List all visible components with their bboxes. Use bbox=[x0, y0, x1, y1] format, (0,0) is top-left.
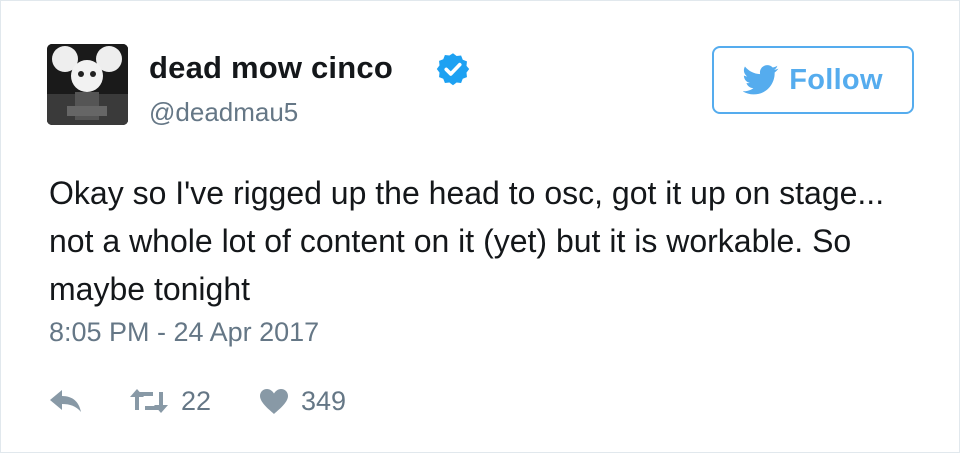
user-handle[interactable]: @deadmau5 bbox=[149, 97, 298, 128]
like-count: 349 bbox=[301, 385, 347, 416]
tweet-timestamp[interactable]: 8:05 PM - 24 Apr 2017 bbox=[49, 317, 319, 348]
follow-button[interactable]: Follow bbox=[712, 46, 914, 114]
avatar[interactable] bbox=[47, 44, 128, 125]
verified-badge-icon bbox=[436, 53, 470, 86]
follow-label: Follow bbox=[789, 63, 883, 96]
tweet-card: dead mow cinco @deadmau5 Follow Okay so … bbox=[0, 0, 960, 453]
heart-icon bbox=[260, 388, 288, 414]
twitter-bird-icon bbox=[743, 65, 779, 95]
retweet-button[interactable]: 22 bbox=[129, 381, 211, 421]
avatar-image bbox=[47, 44, 128, 125]
retweet-count: 22 bbox=[181, 385, 212, 416]
tweet-text: Okay so I've rigged up the head to osc, … bbox=[49, 175, 885, 307]
reply-button[interactable] bbox=[49, 381, 83, 421]
like-button[interactable]: 349 bbox=[259, 381, 346, 421]
display-name[interactable]: dead mow cinco bbox=[149, 50, 393, 86]
retweet-icon bbox=[130, 389, 168, 413]
reply-icon bbox=[50, 390, 81, 412]
